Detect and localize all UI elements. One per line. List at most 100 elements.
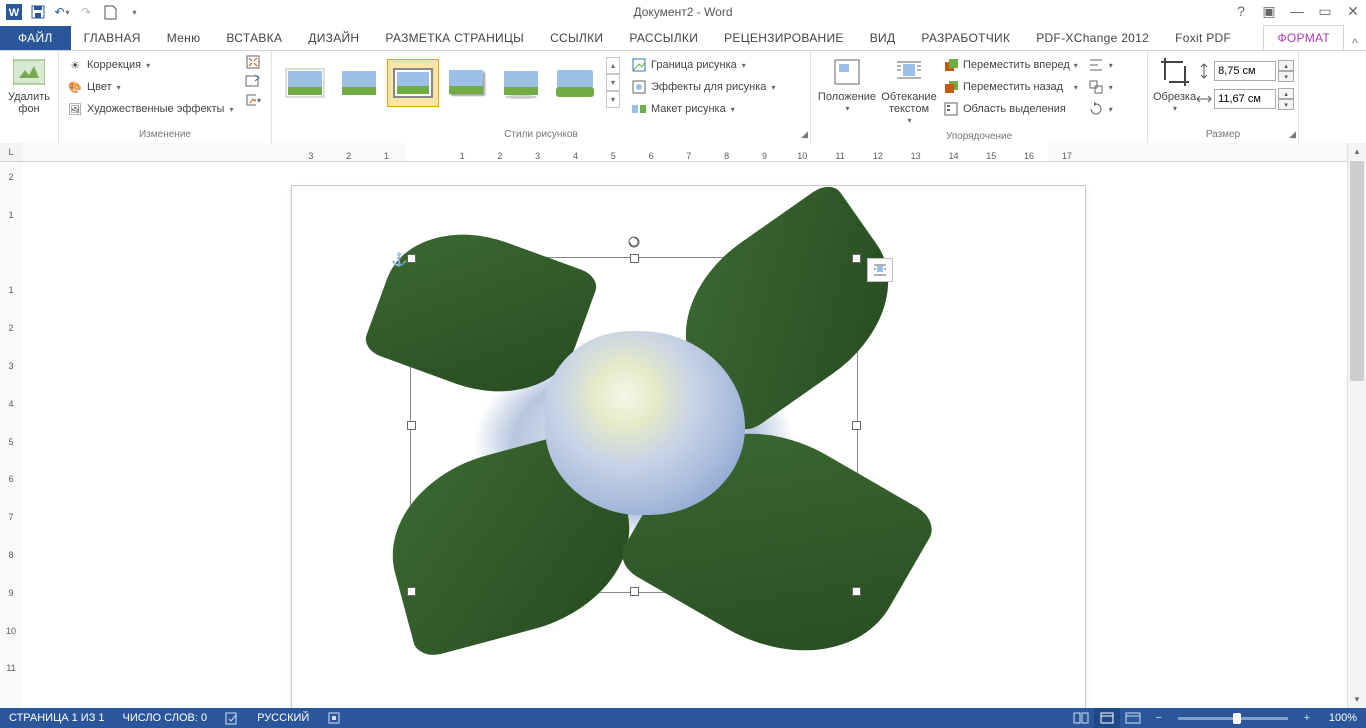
tab-menu[interactable]: Меню (154, 26, 214, 50)
resize-handle-w[interactable] (407, 421, 416, 430)
send-backward-button[interactable]: Переместить назад▾ (940, 76, 1081, 98)
redo-button[interactable]: ↷ (75, 1, 97, 23)
picture-border-button[interactable]: Граница рисунка▾ (628, 54, 778, 76)
svg-text:W: W (9, 7, 20, 19)
zoom-level[interactable]: 100% (1320, 708, 1366, 728)
selected-picture[interactable]: ⚓ (410, 257, 858, 593)
ribbon-options-button[interactable]: ▣ (1256, 0, 1282, 22)
save-button[interactable] (27, 1, 49, 23)
color-button[interactable]: 🎨Цвет▾ (64, 76, 124, 98)
picture-styles-gallery[interactable]: ▴▾▾ (277, 54, 622, 111)
align-button[interactable]: ▾ (1085, 54, 1116, 76)
word-icon: W (3, 1, 25, 23)
quick-access-toolbar: W ↶▾ ↷ ▾ (0, 1, 145, 23)
tab-developer[interactable]: РАЗРАБОТЧИК (908, 26, 1023, 50)
restore-button[interactable]: ▭ (1312, 0, 1338, 22)
resize-handle-ne[interactable] (852, 254, 861, 263)
zoom-in-button[interactable]: + (1294, 708, 1320, 728)
new-doc-button[interactable] (99, 1, 121, 23)
picture-effects-button[interactable]: Эффекты для рисунка▾ (628, 76, 778, 98)
tab-design[interactable]: ДИЗАЙН (295, 26, 372, 50)
tab-insert[interactable]: ВСТАВКА (213, 26, 295, 50)
resize-handle-nw[interactable] (407, 254, 416, 263)
crop-button[interactable]: Обрезка▾ (1153, 54, 1196, 115)
width-input[interactable]: ▴▾ (1196, 88, 1294, 110)
zoom-slider[interactable] (1178, 717, 1288, 720)
title-bar: W ↶▾ ↷ ▾ Документ2 - Word ? ▣ — ▭ ✕ (0, 0, 1366, 25)
anchor-icon: ⚓ (391, 252, 407, 268)
tab-references[interactable]: ССЫЛКИ (537, 26, 616, 50)
tab-layout[interactable]: РАЗМЕТКА СТРАНИЦЫ (372, 26, 537, 50)
tab-foxit[interactable]: Foxit PDF (1162, 26, 1244, 50)
resize-handle-s[interactable] (630, 587, 639, 596)
size-dialog-launcher[interactable]: ◢ (1289, 128, 1296, 141)
compress-pictures-button[interactable] (245, 54, 261, 70)
artistic-effects-button[interactable]: 🖼Художественные эффекты▾ (64, 98, 236, 120)
rotate-button[interactable]: ▾ (1085, 98, 1116, 120)
width-icon (1196, 91, 1212, 107)
view-print-button[interactable] (1094, 708, 1120, 728)
tab-pdfxchange[interactable]: PDF-XChange 2012 (1023, 26, 1162, 50)
resize-handle-n[interactable] (630, 254, 639, 263)
status-bar: СТРАНИЦА 1 ИЗ 1 ЧИСЛО СЛОВ: 0 РУССКИЙ − … (0, 708, 1366, 728)
zoom-out-button[interactable]: − (1146, 708, 1172, 728)
minimize-button[interactable]: — (1284, 0, 1310, 22)
picture-style-1[interactable] (279, 59, 331, 107)
rotate-handle[interactable] (628, 236, 640, 248)
picture-style-6[interactable] (549, 59, 601, 107)
group-styles-label: Стили рисунков◢ (272, 128, 810, 144)
vertical-ruler[interactable]: 211234567891011 (0, 162, 23, 708)
gallery-scroll[interactable]: ▴▾▾ (606, 57, 620, 108)
change-picture-button[interactable] (245, 73, 261, 89)
status-macro[interactable] (318, 708, 350, 728)
wrap-text-button[interactable]: Обтекание текстом▾ (878, 54, 940, 127)
status-words[interactable]: ЧИСЛО СЛОВ: 0 (114, 708, 217, 728)
undo-button[interactable]: ↶▾ (51, 1, 73, 23)
view-web-button[interactable] (1120, 708, 1146, 728)
view-read-button[interactable] (1068, 708, 1094, 728)
tab-view[interactable]: ВИД (857, 26, 909, 50)
status-proofing[interactable] (216, 708, 248, 728)
window-controls: ? ▣ — ▭ ✕ (1228, 0, 1366, 22)
position-button[interactable]: Положение▾ (816, 54, 878, 115)
picture-style-2[interactable] (333, 59, 385, 107)
remove-background-button[interactable]: Удалить фон (5, 54, 53, 115)
tab-format[interactable]: ФОРМАТ (1263, 25, 1344, 50)
styles-dialog-launcher[interactable]: ◢ (801, 128, 808, 141)
picture-style-4[interactable] (441, 59, 493, 107)
resize-handle-se[interactable] (852, 587, 861, 596)
height-input[interactable]: ▴▾ (1196, 60, 1294, 82)
collapse-ribbon-button[interactable]: ^ (1344, 36, 1366, 50)
close-button[interactable]: ✕ (1340, 0, 1366, 22)
help-button[interactable]: ? (1228, 0, 1254, 22)
picture-layout-button[interactable]: Макет рисунка▾ (628, 98, 778, 120)
picture-style-5[interactable] (495, 59, 547, 107)
reset-picture-button[interactable]: ▾ (245, 92, 261, 108)
resize-handle-sw[interactable] (407, 587, 416, 596)
window-title: Документ2 - Word (633, 5, 732, 19)
group-size-label: Размер◢ (1148, 128, 1298, 144)
status-language[interactable]: РУССКИЙ (248, 708, 318, 728)
bring-forward-button[interactable]: Переместить вперед▾ (940, 54, 1081, 76)
ribbon: Удалить фон ☀Коррекция▾ 🎨Цвет▾ 🖼Художест… (0, 51, 1366, 145)
height-icon (1196, 63, 1212, 79)
group-button[interactable]: ▾ (1085, 76, 1116, 98)
tab-file[interactable]: ФАЙЛ (0, 26, 71, 50)
ribbon-tabs: ФАЙЛ ГЛАВНАЯ Меню ВСТАВКА ДИЗАЙН РАЗМЕТК… (0, 25, 1366, 51)
horizontal-ruler[interactable]: 321 1234567891011121314151617 (22, 143, 1348, 162)
status-page[interactable]: СТРАНИЦА 1 ИЗ 1 (0, 708, 114, 728)
scrollbar-thumb[interactable] (1350, 161, 1364, 381)
vertical-scrollbar[interactable]: ▴ ▾ (1347, 143, 1366, 708)
corrections-button[interactable]: ☀Коррекция▾ (64, 54, 153, 76)
group-adjust-label: Изменение (59, 128, 271, 144)
tab-home[interactable]: ГЛАВНАЯ (71, 26, 154, 50)
resize-handle-e[interactable] (852, 421, 861, 430)
selection-pane-button[interactable]: Область выделения (940, 98, 1081, 120)
tab-review[interactable]: РЕЦЕНЗИРОВАНИЕ (711, 26, 857, 50)
tab-mailings[interactable]: РАССЫЛКИ (616, 26, 711, 50)
document-canvas[interactable]: ⚓ (22, 162, 1348, 708)
layout-options-button[interactable] (867, 258, 893, 282)
ruler-corner[interactable]: L (0, 143, 23, 162)
picture-style-3[interactable] (387, 59, 439, 107)
qat-more-button[interactable]: ▾ (123, 1, 145, 23)
